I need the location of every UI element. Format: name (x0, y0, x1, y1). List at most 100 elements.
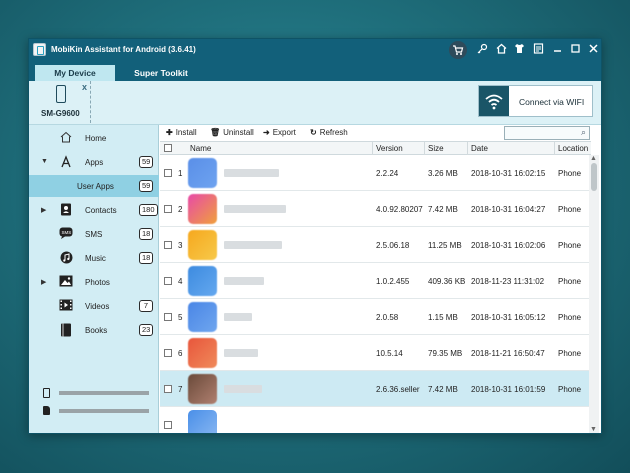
table-row[interactable]: 2 4.0.92.80207 7.42 MB 2018-10-31 16:04:27 P… (160, 191, 591, 227)
contacts-icon (59, 203, 73, 217)
shirt-icon[interactable] (512, 43, 526, 57)
app-size: 11.25 MB (428, 241, 462, 250)
app-size: 7.42 MB (428, 385, 458, 394)
sidebar-item-user-apps[interactable]: User Apps 59 (29, 175, 159, 197)
photos-icon (59, 275, 73, 289)
window-title: MobiKin Assistant for Android (3.6.41) (51, 45, 196, 54)
uninstall-button[interactable]: 🗑 Uninstall (210, 128, 254, 137)
home-icon[interactable] (494, 43, 508, 57)
apps-icon (59, 155, 73, 169)
row-checkbox[interactable] (164, 205, 172, 213)
connect-wifi-button[interactable]: Connect via WIFI (478, 85, 593, 117)
column-header-size[interactable]: Size (428, 144, 444, 154)
key-icon[interactable] (475, 43, 489, 57)
cart-icon[interactable] (449, 41, 467, 59)
table-row[interactable]: 5 2.0.58 1.15 MB 2018-10-31 16:05:12 Phone (160, 299, 591, 335)
count-badge: 18 (139, 228, 154, 240)
app-icon (188, 158, 217, 188)
device-bar: SM-G9600 x Connect via WIFI (29, 81, 601, 125)
app-icon (188, 266, 217, 296)
tab-super-toolkit[interactable]: Super Toolkit (121, 65, 201, 81)
expand-arrow-icon[interactable]: ▶ (41, 206, 46, 214)
column-header-name[interactable]: Name (190, 144, 211, 154)
table-row[interactable]: 6 10.5.14 79.35 MB 2018-11-21 16:50:47 Phone (160, 335, 591, 371)
app-icon (188, 338, 217, 368)
sidebar-item-label: Home (85, 134, 107, 143)
sidebar-item-contacts[interactable]: ▶ Contacts 180 (29, 199, 159, 221)
row-number: 3 (178, 241, 183, 250)
search-icon: ⌕ (580, 127, 586, 137)
scroll-up-icon[interactable]: ▲ (590, 155, 597, 162)
music-icon (59, 251, 73, 265)
row-checkbox[interactable] (164, 421, 172, 429)
count-badge: 18 (139, 252, 154, 264)
scroll-down-icon[interactable]: ▼ (590, 426, 597, 433)
sidebar-item-photos[interactable]: ▶ Photos (29, 271, 159, 293)
count-badge: 180 (139, 204, 158, 216)
table-row[interactable]: 1 2.2.24 3.26 MB 2018-10-31 16:02:15 Phone (160, 155, 591, 191)
row-number: 6 (178, 349, 183, 358)
refresh-icon: ↻ (310, 128, 317, 137)
install-button[interactable]: ✚ Install (166, 128, 197, 137)
select-all-checkbox[interactable] (164, 144, 172, 152)
export-button[interactable]: ➜ Export (263, 128, 296, 137)
device-close-icon[interactable]: x (82, 82, 87, 92)
app-icon (188, 410, 217, 433)
refresh-button[interactable]: ↻ Refresh (310, 128, 348, 137)
table-row[interactable]: 4 1.0.2.455 409.36 KB 2018-11-23 11:31:02 Ph… (160, 263, 591, 299)
phone-storage-icon (43, 388, 50, 398)
row-checkbox[interactable] (164, 277, 172, 285)
table-row[interactable]: 3 2.5.06.18 11.25 MB 2018-10-31 16:02:06 Pho… (160, 227, 591, 263)
app-name-redacted (224, 349, 258, 357)
column-divider (467, 142, 468, 155)
feedback-icon[interactable] (531, 43, 545, 57)
minimize-icon[interactable] (550, 43, 564, 57)
scrollbar-thumb[interactable] (591, 163, 597, 191)
app-location: Phone (558, 385, 582, 394)
books-icon (59, 323, 73, 337)
column-header-date[interactable]: Date (471, 144, 488, 154)
app-location: Phone (558, 277, 582, 286)
row-checkbox[interactable] (164, 169, 172, 177)
device-card[interactable]: SM-G9600 x (31, 81, 91, 123)
expand-arrow-icon[interactable]: ▼ (41, 158, 48, 165)
app-name-redacted (224, 169, 279, 177)
app-name-redacted (224, 313, 252, 321)
sidebar-item-music[interactable]: Music 18 (29, 247, 159, 269)
row-checkbox[interactable] (164, 241, 172, 249)
row-number: 2 (178, 205, 183, 214)
row-checkbox[interactable] (164, 349, 172, 357)
row-checkbox[interactable] (164, 313, 172, 321)
sidebar-item-apps[interactable]: ▼ Apps 59 (29, 151, 159, 173)
row-checkbox[interactable] (164, 385, 172, 393)
app-version: 4.0.92.80207 (376, 205, 423, 214)
app-window: MobiKin Assistant for Android (3.6.41) M… (28, 38, 602, 434)
app-icon (188, 374, 217, 404)
tab-my-device[interactable]: My Device (35, 65, 115, 81)
search-input[interactable]: ⌕ (504, 126, 590, 140)
maximize-icon[interactable] (568, 43, 582, 57)
tab-bar: My Device Super Toolkit (29, 61, 601, 81)
count-badge: 23 (139, 324, 154, 336)
table-row[interactable]: 7 2.6.36.seller 7.42 MB 2018-10-31 16:01:59… (160, 371, 591, 407)
sidebar-item-books[interactable]: Books 23 (29, 319, 159, 341)
home-icon (59, 131, 73, 145)
table-row-partial[interactable] (160, 407, 591, 433)
table-scrollbar[interactable]: ▲ ▼ (589, 155, 599, 433)
close-icon[interactable] (586, 43, 600, 57)
app-name-redacted (224, 205, 286, 213)
column-header-location[interactable]: Location (558, 144, 588, 154)
sidebar-item-sms[interactable]: SMS SMS 18 (29, 223, 159, 245)
refresh-label: Refresh (319, 128, 348, 137)
sidebar-item-label: Apps (85, 158, 104, 167)
column-header-version[interactable]: Version (376, 144, 403, 154)
expand-arrow-icon[interactable]: ▶ (41, 278, 46, 286)
sidebar-item-videos[interactable]: Videos 7 (29, 295, 159, 317)
app-date: 2018-10-31 16:01:59 (471, 385, 546, 394)
sidebar-item-home[interactable]: Home (29, 127, 159, 149)
app-location: Phone (558, 349, 582, 358)
app-date: 2018-10-31 16:02:06 (471, 241, 546, 250)
phone-icon (56, 85, 66, 103)
app-size: 409.36 KB (428, 277, 466, 286)
app-date: 2018-11-21 16:50:47 (471, 349, 545, 358)
